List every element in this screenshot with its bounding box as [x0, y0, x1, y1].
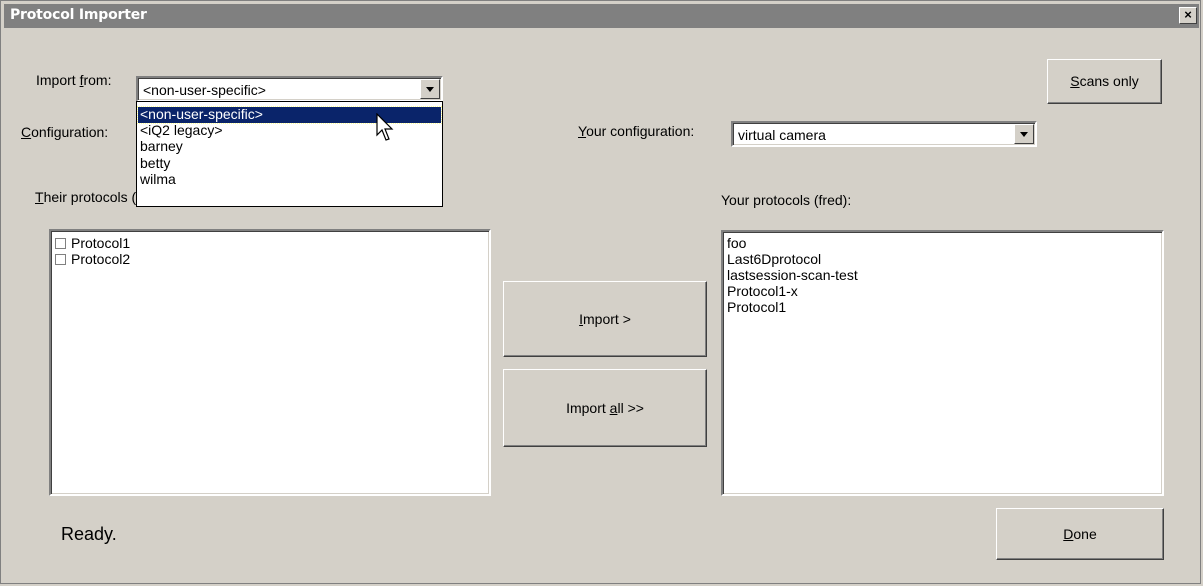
import-from-label: Import from: [36, 72, 112, 88]
list-item[interactable]: lastsession-scan-test [727, 267, 858, 283]
title-bar: Protocol Importer × [4, 4, 1199, 28]
list-item[interactable]: Protocol1 [55, 235, 130, 251]
list-item[interactable]: Protocol2 [55, 251, 130, 267]
import-from-combo[interactable]: <non-user-specific> [136, 76, 443, 102]
scans-only-button[interactable]: Scans only [1047, 59, 1162, 104]
your-configuration-combo[interactable]: virtual camera [731, 121, 1037, 147]
their-protocols-list[interactable]: Protocol1 Protocol2 [49, 229, 491, 496]
your-configuration-label: Your configuration: [578, 123, 695, 139]
window-title: Protocol Importer [10, 7, 147, 23]
close-button[interactable]: × [1179, 7, 1197, 24]
import-from-dropdown-list[interactable]: <non-user-specific> <iQ2 legacy> barney … [136, 101, 443, 207]
dropdown-option-wilma[interactable]: wilma [138, 172, 441, 188]
import-from-dropdown-button[interactable] [420, 79, 440, 99]
checkbox[interactable] [55, 238, 66, 249]
done-button[interactable]: Done [996, 508, 1164, 560]
configuration-label: Configuration: [21, 124, 109, 140]
list-item[interactable]: Last6Dprotocol [727, 251, 821, 267]
import-all-button[interactable]: Import all >> [503, 369, 707, 447]
your-configuration-dropdown-button[interactable] [1014, 124, 1034, 144]
status-text: Ready. [61, 524, 117, 544]
close-icon: × [1184, 7, 1192, 22]
import-from-value: <non-user-specific> [143, 82, 266, 98]
checkbox[interactable] [55, 254, 66, 265]
your-protocols-label: Your protocols (fred): [721, 192, 852, 208]
your-protocols-list[interactable]: foo Last6Dprotocol lastsession-scan-test… [721, 230, 1164, 496]
list-item[interactable]: Protocol1-x [727, 283, 798, 299]
your-configuration-value: virtual camera [738, 127, 826, 143]
list-item[interactable]: foo [727, 235, 746, 251]
import-button[interactable]: Import > [503, 281, 707, 357]
mouse-pointer-icon [376, 113, 394, 141]
protocol-importer-window: Protocol Importer × Import from: <non-us… [0, 0, 1201, 584]
list-item[interactable]: Protocol1 [727, 299, 786, 315]
dropdown-option-betty[interactable]: betty [138, 156, 441, 172]
